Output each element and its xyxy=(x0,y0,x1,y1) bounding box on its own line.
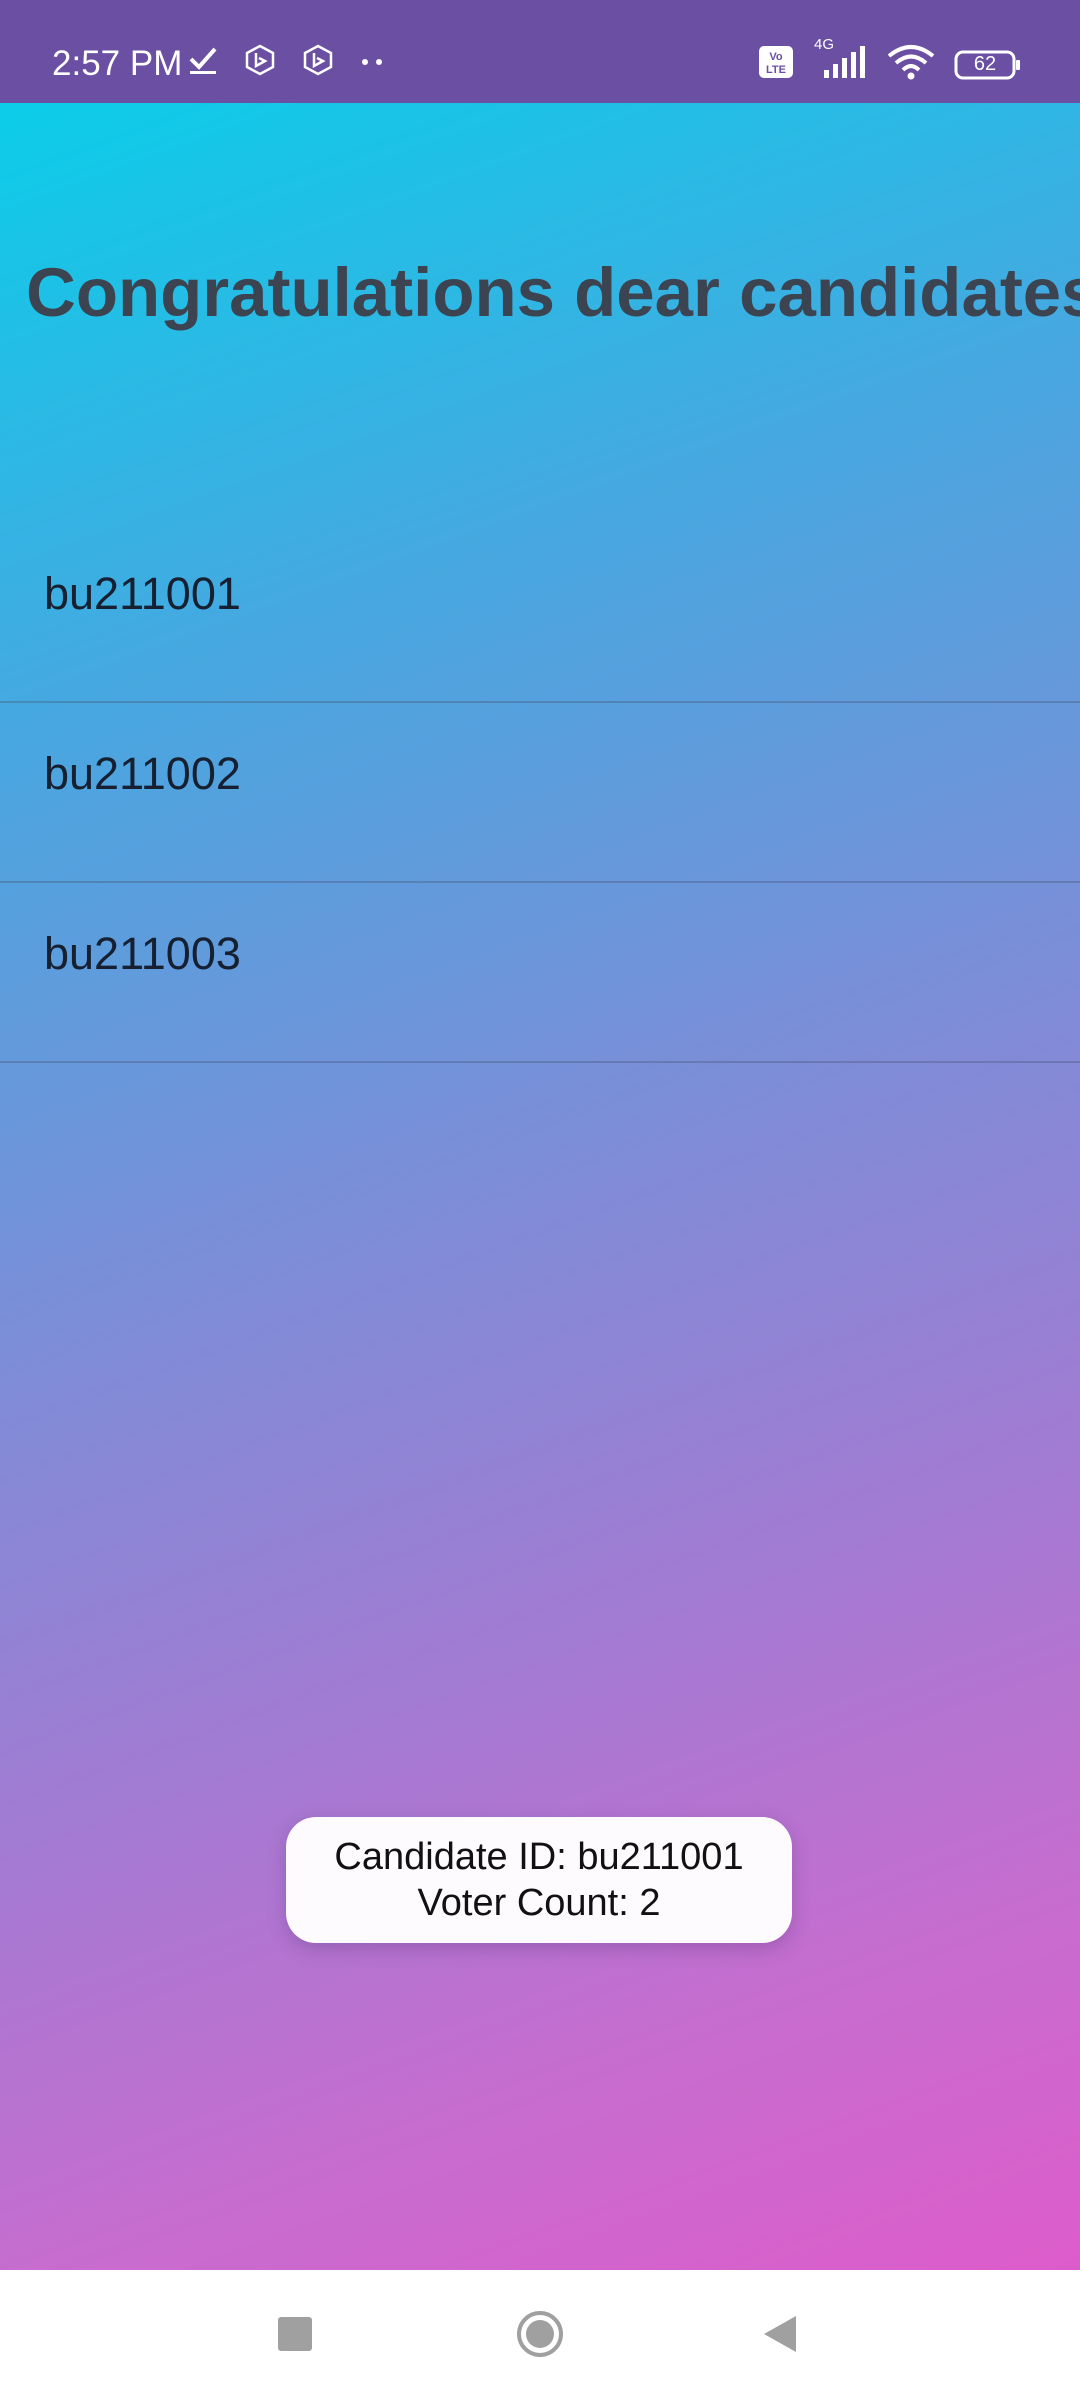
toast-voter-count: Voter Count: 2 xyxy=(417,1882,661,1924)
signal-icon: 4G xyxy=(812,36,868,85)
more-notifications-icon xyxy=(360,54,386,72)
svg-text:LTE: LTE xyxy=(766,64,786,76)
battery-icon: 62 xyxy=(954,49,1022,81)
bing-icon-2 xyxy=(302,44,334,81)
candidate-item[interactable]: bu211002 xyxy=(0,703,1080,883)
candidate-list: bu211001 bu211002 bu211003 xyxy=(0,523,1080,1063)
toast-candidate-id: Candidate ID: bu211001 xyxy=(334,1836,744,1878)
candidate-item[interactable]: bu211001 xyxy=(0,523,1080,703)
status-bar: 2:57 PM Vo LTE 4G 62 xyxy=(0,0,1080,103)
recent-apps-button[interactable] xyxy=(278,2317,312,2351)
back-button[interactable] xyxy=(760,2312,800,2356)
page-title: Congratulations dear candidates xyxy=(26,254,1080,331)
svg-text:Vo: Vo xyxy=(769,51,783,63)
navigation-bar xyxy=(0,2270,1080,2400)
task-check-icon xyxy=(188,45,218,80)
toast-message: Candidate ID: bu211001 Voter Count: 2 xyxy=(286,1817,792,1943)
wifi-icon xyxy=(886,44,936,85)
candidate-id-label: bu211001 xyxy=(44,568,241,619)
battery-level: 62 xyxy=(973,52,997,75)
volte-icon: Vo LTE xyxy=(758,45,794,84)
status-time: 2:57 PM xyxy=(52,44,183,83)
home-button[interactable] xyxy=(516,2310,564,2358)
network-type-label: 4G xyxy=(814,36,835,53)
candidate-item[interactable]: bu211003 xyxy=(0,883,1080,1063)
bing-icon xyxy=(244,44,276,81)
candidate-id-label: bu211002 xyxy=(44,748,241,799)
results-screen: Congratulations dear candidates bu211001… xyxy=(0,103,1080,2270)
candidate-id-label: bu211003 xyxy=(44,928,241,979)
